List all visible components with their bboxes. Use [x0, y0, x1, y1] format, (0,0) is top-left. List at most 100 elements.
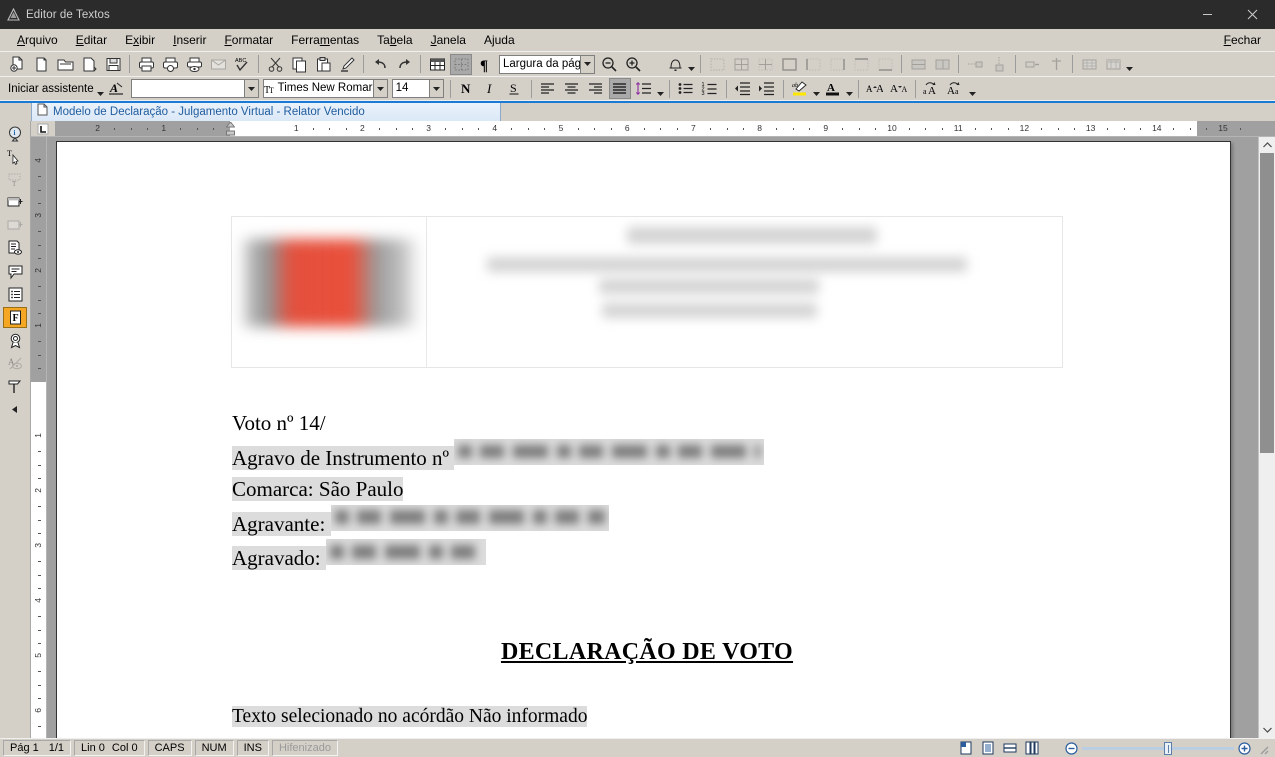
italic-button[interactable]: I: [480, 78, 502, 99]
close-button[interactable]: [1230, 0, 1275, 29]
sidebar-text-select[interactable]: T: [3, 146, 27, 167]
undo-button[interactable]: [369, 54, 391, 75]
view-two-page-button[interactable]: [1000, 740, 1020, 757]
chevron-down-icon[interactable]: [580, 55, 594, 73]
horizontal-ruler-track[interactable]: 2 1 1 2 3 4 5 6 7 8 9 10 11 12 13 14 15: [55, 121, 1275, 136]
wizard-caret-icon[interactable]: [96, 79, 105, 99]
zoom-slider-track[interactable]: [1078, 741, 1238, 755]
zoom-slider-control[interactable]: [1065, 741, 1251, 755]
scrollbar-thumb[interactable]: [1260, 153, 1274, 453]
highlight-color-button[interactable]: ab: [789, 78, 811, 99]
scroll-down-button[interactable]: [1259, 722, 1275, 738]
new-document-button[interactable]: [6, 54, 28, 75]
insert-row-button[interactable]: [964, 54, 986, 75]
align-left-button[interactable]: [537, 78, 559, 99]
box-border-button[interactable]: [778, 54, 800, 75]
bullet-list-button[interactable]: [675, 78, 697, 99]
document-page[interactable]: Voto nº 14/ Agravo de Instrumento nº Com…: [56, 141, 1231, 738]
horizontal-ruler[interactable]: 2 1 1 2 3 4 5 6 7 8 9 10 11 12 13 14 15: [31, 121, 1275, 137]
status-ins[interactable]: INS: [236, 740, 269, 756]
style-paint-button[interactable]: A: [106, 78, 128, 99]
right-border-button[interactable]: [826, 54, 848, 75]
paragraph-style-combo[interactable]: [130, 79, 259, 98]
sidebar-navigator[interactable]: i: [3, 123, 27, 144]
delete-column-button[interactable]: [1045, 54, 1067, 75]
table-boundaries-button[interactable]: [450, 53, 472, 75]
font-size-combo[interactable]: 14: [391, 79, 444, 98]
sidebar-list-view[interactable]: [3, 284, 27, 305]
sidebar-notes[interactable]: [3, 238, 27, 259]
menu-exibir[interactable]: Exibir: [116, 31, 164, 49]
menu-editar[interactable]: Editar: [67, 31, 116, 49]
open-file-button[interactable]: [54, 54, 76, 75]
blank-page-button[interactable]: [30, 54, 52, 75]
left-border-button[interactable]: [802, 54, 824, 75]
close-document-button[interactable]: Fechar: [1215, 31, 1275, 49]
bell-dropdown-caret-icon[interactable]: [687, 54, 696, 74]
inner-borders-button[interactable]: [754, 54, 776, 75]
wizard-label[interactable]: Iniciar assistente: [4, 83, 96, 95]
align-justify-button[interactable]: [608, 78, 631, 99]
merge-cells-button[interactable]: [907, 54, 929, 75]
tab-stop-l-icon[interactable]: [31, 121, 55, 136]
vertical-ruler[interactable]: 4 3 2 1 1 2 3 4 5 6: [31, 137, 47, 738]
all-borders-button[interactable]: [730, 54, 752, 75]
view-book-page-button[interactable]: [978, 740, 998, 757]
send-email-button[interactable]: [207, 54, 229, 75]
sidebar-insert-field2[interactable]: [3, 215, 27, 236]
print-button[interactable]: [135, 54, 157, 75]
bold-button[interactable]: N: [456, 78, 478, 99]
numbered-list-button[interactable]: 123: [699, 78, 721, 99]
table-style-2-button[interactable]: [1102, 54, 1124, 75]
sidebar-text-frame[interactable]: T: [3, 169, 27, 190]
sidebar-flag[interactable]: [3, 376, 27, 397]
vertical-scrollbar[interactable]: [1258, 137, 1275, 738]
font-color-caret-icon[interactable]: [845, 79, 854, 99]
zoom-out-button[interactable]: [598, 54, 620, 75]
font-name-combo[interactable]: TT Times New Romar: [262, 79, 388, 98]
menu-ferramentas[interactable]: Ferramentas: [282, 31, 368, 49]
indent-marker-handle[interactable]: [224, 121, 236, 136]
status-hyphenation[interactable]: Hifenizado: [271, 740, 338, 756]
highlight-color-caret-icon[interactable]: [812, 79, 821, 99]
chevron-down-icon[interactable]: [243, 80, 258, 97]
zoom-level-combo[interactable]: Largura da págin: [499, 54, 595, 74]
sidebar-seal[interactable]: [3, 330, 27, 351]
insert-table-button[interactable]: [426, 54, 448, 75]
bottom-border-button[interactable]: [874, 54, 896, 75]
view-multi-page-button[interactable]: [1022, 740, 1042, 757]
change-case-low-button[interactable]: Aa: [945, 78, 967, 99]
document-canvas[interactable]: Voto nº 14/ Agravo de Instrumento nº Com…: [47, 137, 1258, 738]
menu-janela[interactable]: Janela: [422, 31, 475, 49]
font-color-button[interactable]: A: [822, 78, 844, 99]
format-paintbrush-button[interactable]: [336, 54, 358, 75]
sidebar-form-active[interactable]: F: [3, 307, 27, 328]
print-settings-button[interactable]: [183, 54, 205, 75]
change-case-up-button[interactable]: aA: [921, 78, 943, 99]
sidebar-expand-caret[interactable]: [3, 399, 27, 420]
zoom-slider-thumb[interactable]: [1164, 741, 1172, 755]
status-caps[interactable]: CAPS: [147, 740, 192, 756]
sidebar-hidden-text[interactable]: A: [3, 353, 27, 374]
sidebar-insert-field[interactable]: [3, 192, 27, 213]
zoom-in-icon[interactable]: [1238, 741, 1251, 755]
view-single-page-button[interactable]: [956, 740, 976, 757]
line-spacing-button[interactable]: [633, 78, 655, 99]
document-tab[interactable]: Modelo de Declaração - Julgamento Virtua…: [31, 102, 501, 121]
menu-arquivo[interactable]: Arquivo: [8, 31, 67, 49]
menu-formatar[interactable]: Formatar: [215, 31, 282, 49]
sidebar-comment[interactable]: [3, 261, 27, 282]
minimize-button[interactable]: [1185, 0, 1230, 29]
bell-notify-button[interactable]: [664, 54, 686, 75]
increase-font-button[interactable]: AA: [864, 78, 886, 99]
scroll-up-button[interactable]: [1259, 137, 1275, 153]
save-button[interactable]: [102, 54, 124, 75]
no-border-button[interactable]: [706, 54, 728, 75]
copy-button[interactable]: [288, 54, 310, 75]
delete-row-button[interactable]: [1021, 54, 1043, 75]
underline-button[interactable]: S: [504, 78, 526, 99]
paste-button[interactable]: [312, 54, 334, 75]
resize-grip-icon[interactable]: [1255, 741, 1269, 755]
print-preview-button[interactable]: [159, 54, 181, 75]
status-num[interactable]: NUM: [194, 740, 234, 756]
